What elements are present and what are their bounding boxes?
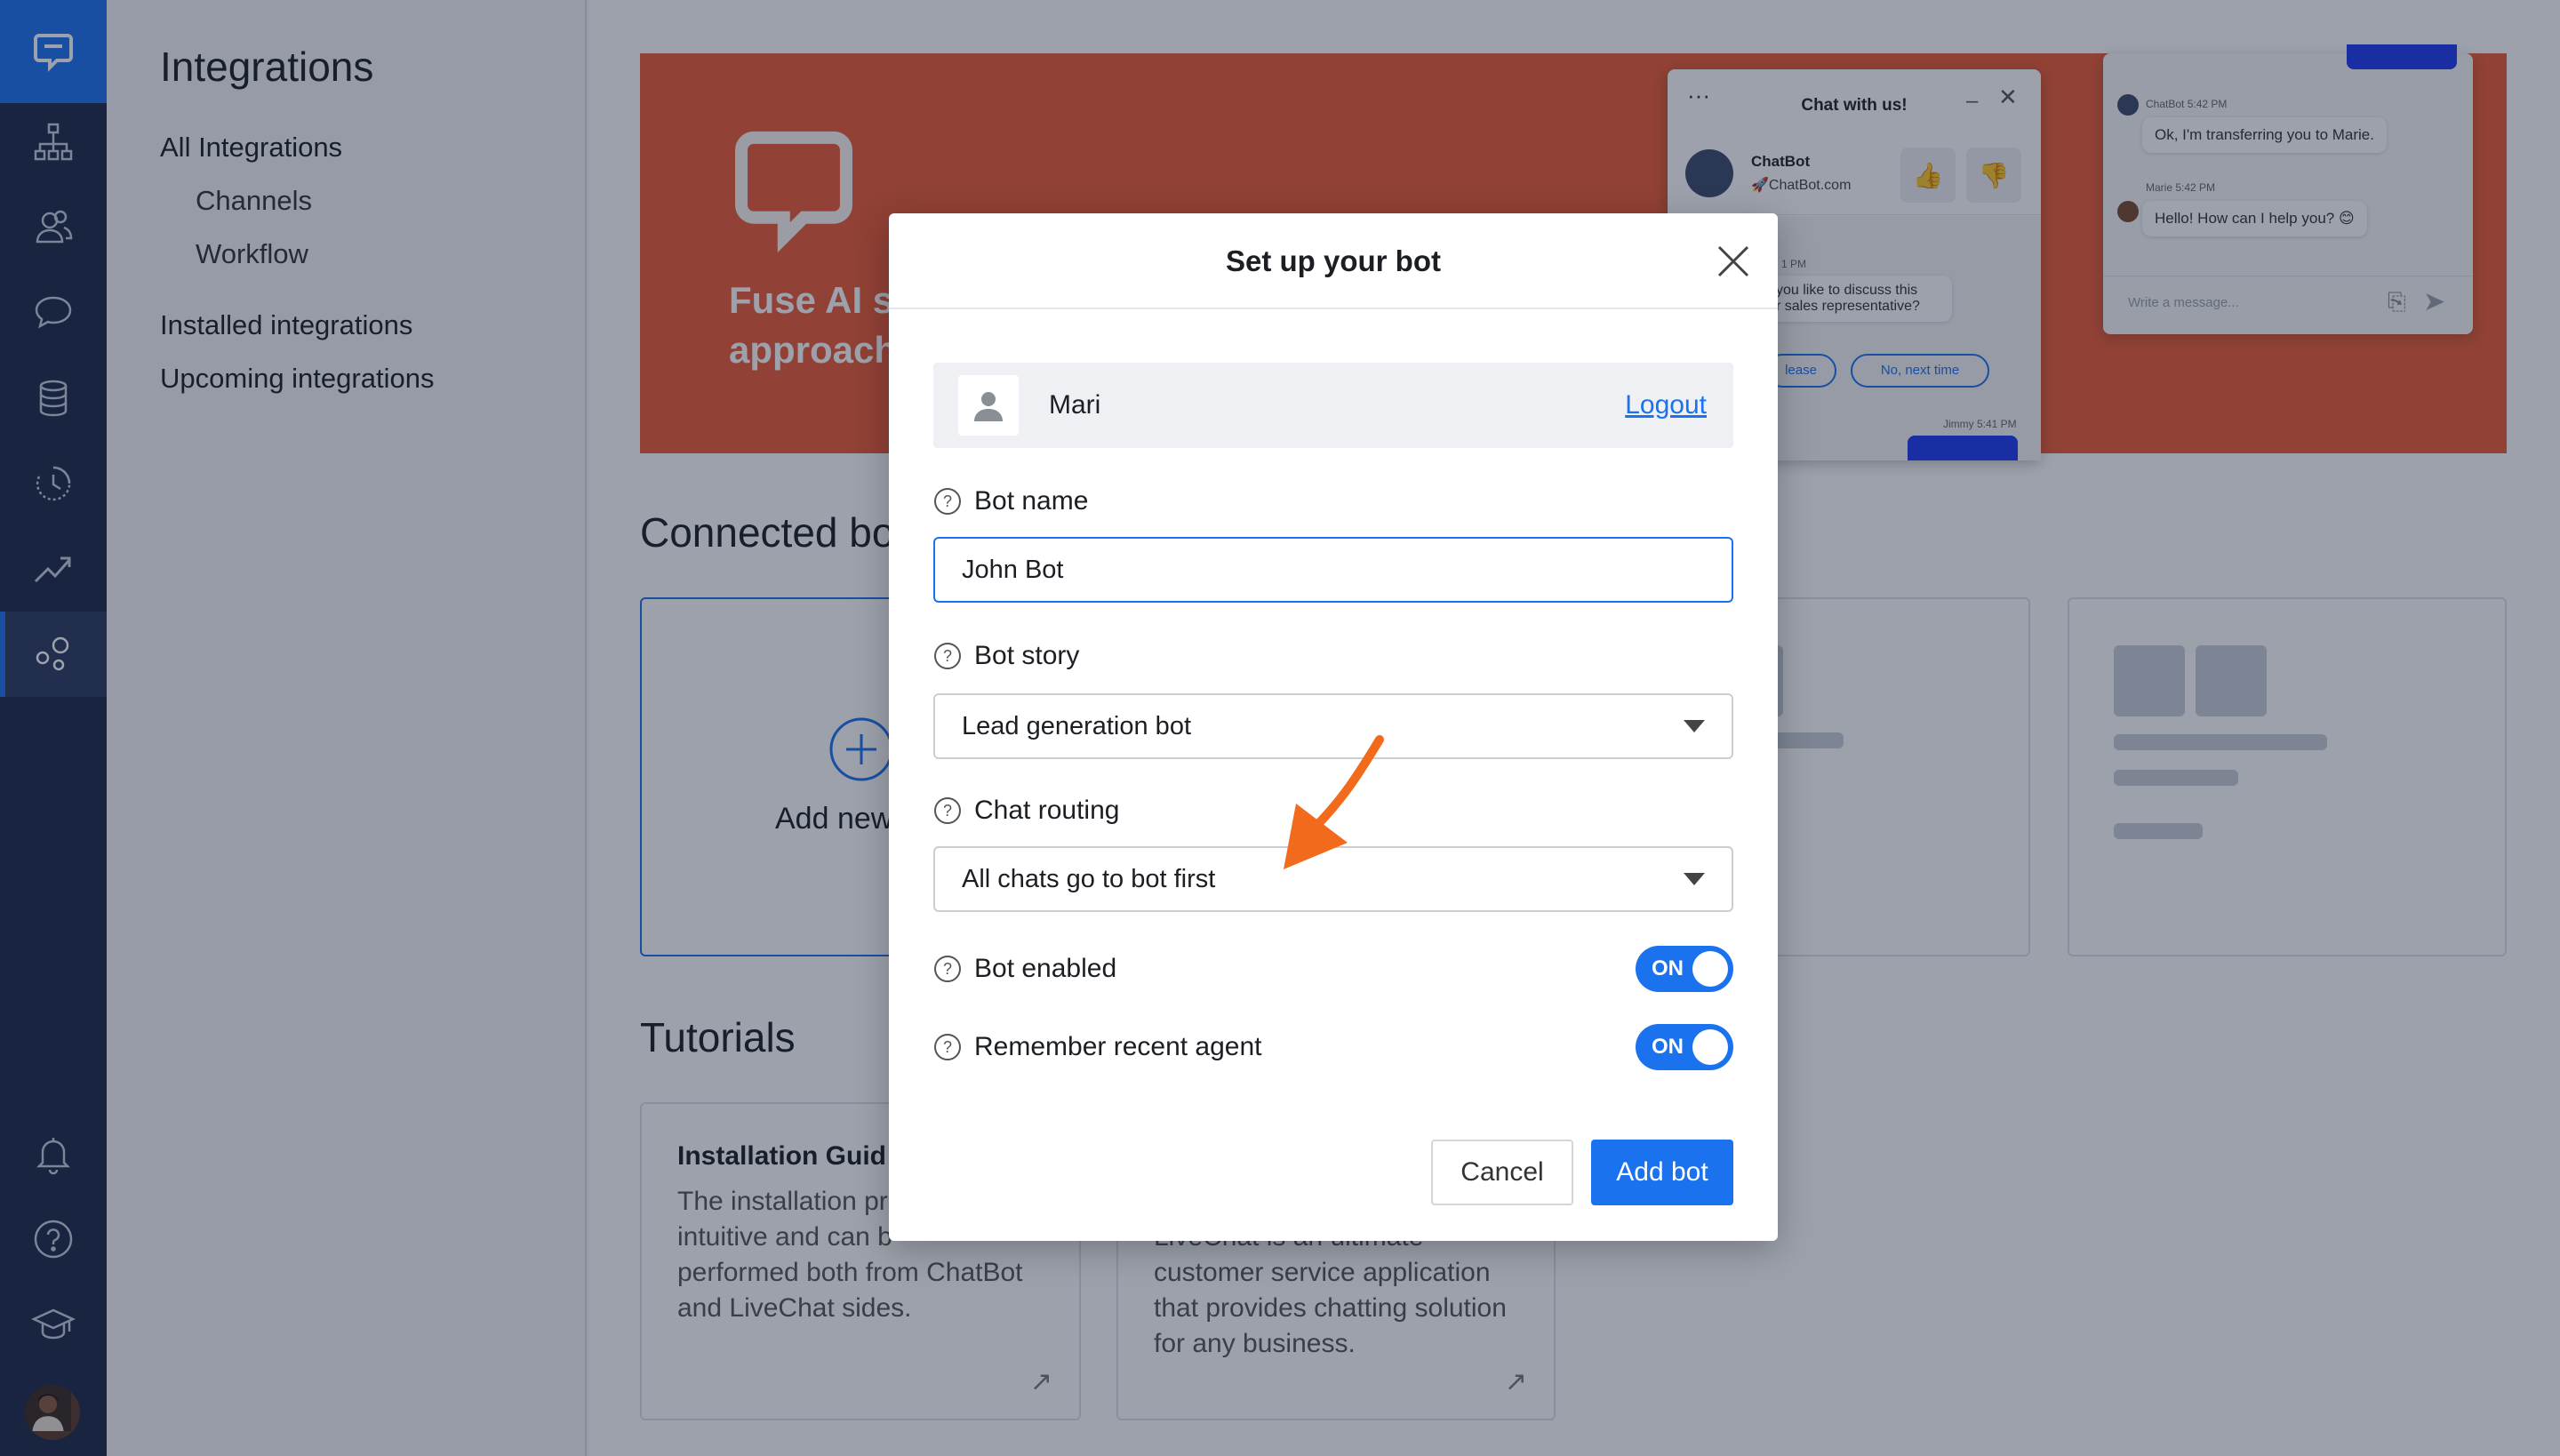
help-icon[interactable]: ? (933, 1033, 962, 1061)
account-row: Mari Logout (933, 363, 1733, 448)
remember-agent-toggle[interactable]: ON (1636, 1024, 1733, 1070)
bot-story-value: Lead generation bot (962, 712, 1191, 740)
close-icon[interactable] (1712, 240, 1755, 283)
svg-text:?: ? (943, 647, 952, 665)
bot-name-label: ? Bot name (933, 484, 1088, 519)
toggle-knob (1692, 1029, 1728, 1065)
svg-text:?: ? (943, 1038, 952, 1056)
help-icon[interactable]: ? (933, 642, 962, 670)
logout-link[interactable]: Logout (1625, 363, 1707, 448)
svg-text:?: ? (943, 802, 952, 820)
modal-title: Set up your bot (1226, 244, 1441, 277)
help-icon[interactable]: ? (933, 796, 962, 825)
add-bot-button[interactable]: Add bot (1591, 1140, 1733, 1205)
user-name: Mari (1049, 390, 1101, 420)
chevron-down-icon (1684, 720, 1705, 732)
bot-enabled-toggle[interactable]: ON (1636, 946, 1733, 992)
toggle-state: ON (1652, 956, 1684, 980)
remember-agent-label: ? Remember recent agent (933, 1029, 1262, 1065)
user-icon (958, 375, 1019, 436)
bot-enabled-label: ? Bot enabled (933, 951, 1116, 987)
bot-name-input[interactable] (933, 537, 1733, 603)
chevron-down-icon (1684, 873, 1705, 885)
svg-text:?: ? (943, 492, 952, 510)
chat-routing-label: ? Chat routing (933, 793, 1119, 828)
modal-header: Set up your bot (889, 213, 1778, 309)
help-icon[interactable]: ? (933, 955, 962, 983)
annotation-arrow-icon (1284, 735, 1384, 869)
svg-text:?: ? (943, 960, 952, 978)
cancel-button[interactable]: Cancel (1431, 1140, 1573, 1205)
help-icon[interactable]: ? (933, 487, 962, 516)
toggle-knob (1692, 951, 1728, 987)
toggle-state: ON (1652, 1035, 1684, 1059)
bot-story-label: ? Bot story (933, 638, 1079, 674)
chat-routing-value: All chats go to bot first (962, 865, 1216, 893)
setup-bot-modal: Set up your bot Mari Logout ? Bot name ?… (889, 213, 1778, 1241)
